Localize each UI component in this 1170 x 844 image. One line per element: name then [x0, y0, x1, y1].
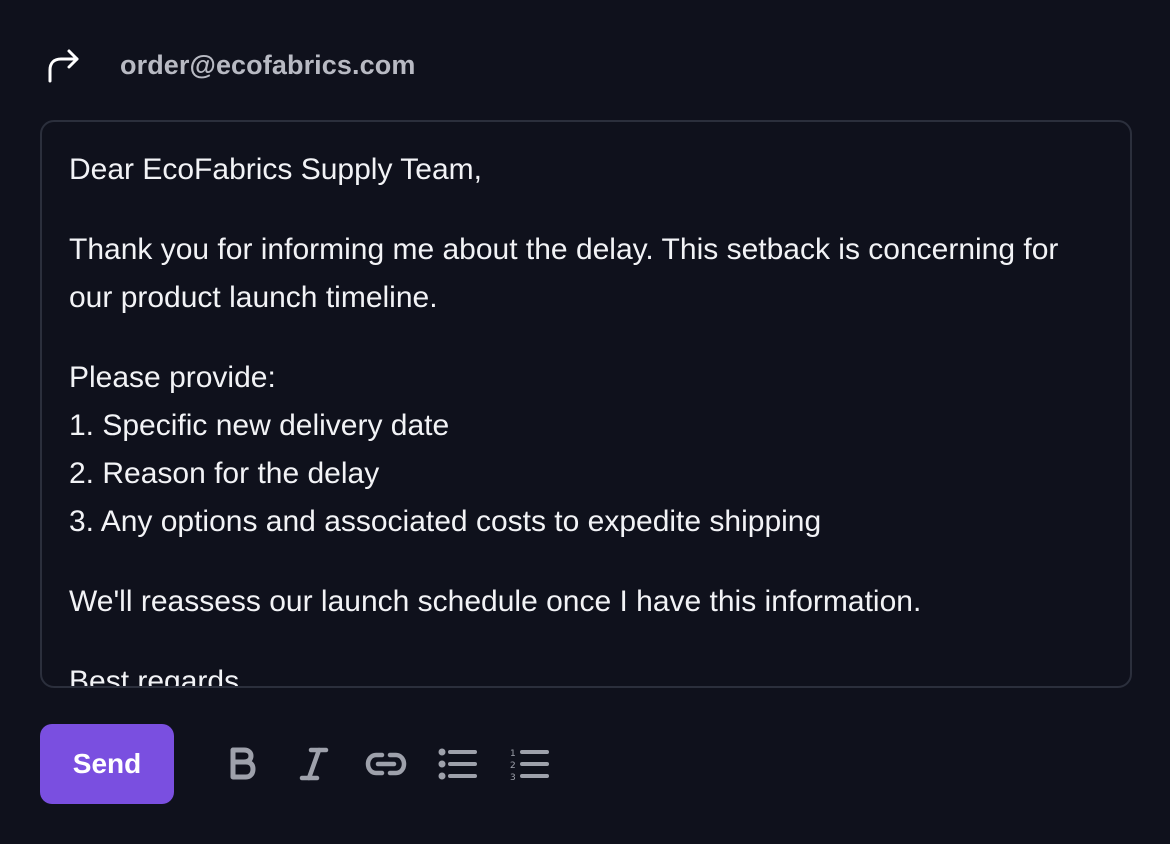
- closing-line: Best regards,: [69, 665, 248, 688]
- italic-icon[interactable]: [290, 740, 338, 788]
- link-icon[interactable]: [362, 740, 410, 788]
- bold-icon[interactable]: [218, 740, 266, 788]
- formatting-toolbar: 1 2 3: [218, 740, 578, 788]
- body-paragraph: Thank you for informing me about the del…: [69, 233, 1059, 314]
- list-item: 2. Reason for the delay: [69, 457, 380, 490]
- send-button[interactable]: Send: [40, 724, 174, 804]
- reply-header: order@ecofabrics.com: [40, 40, 415, 90]
- email-reply-composer: order@ecofabrics.com Dear EcoFabrics Sup…: [0, 0, 1170, 844]
- numbered-list-icon[interactable]: 1 2 3: [506, 740, 554, 788]
- forward-arrow-icon[interactable]: [40, 43, 84, 87]
- greeting-line: Dear EcoFabrics Supply Team,: [69, 153, 482, 186]
- composer-footer: Send 1 2 3: [40, 724, 578, 804]
- request-list: Please provide: 1. Specific new delivery…: [69, 354, 1104, 546]
- list-item: 3. Any options and associated costs to e…: [69, 505, 822, 538]
- svg-text:3: 3: [510, 773, 516, 781]
- svg-text:2: 2: [510, 761, 516, 771]
- list-item: 1. Specific new delivery date: [69, 409, 450, 442]
- request-intro: Please provide:: [69, 361, 276, 394]
- svg-text:1: 1: [510, 749, 516, 759]
- message-editor[interactable]: Dear EcoFabrics Supply Team, Thank you f…: [40, 120, 1132, 688]
- message-body[interactable]: Dear EcoFabrics Supply Team, Thank you f…: [42, 122, 1130, 688]
- bulleted-list-icon[interactable]: [434, 740, 482, 788]
- recipient-address[interactable]: order@ecofabrics.com: [120, 50, 415, 81]
- body-paragraph: We'll reassess our launch schedule once …: [69, 585, 922, 618]
